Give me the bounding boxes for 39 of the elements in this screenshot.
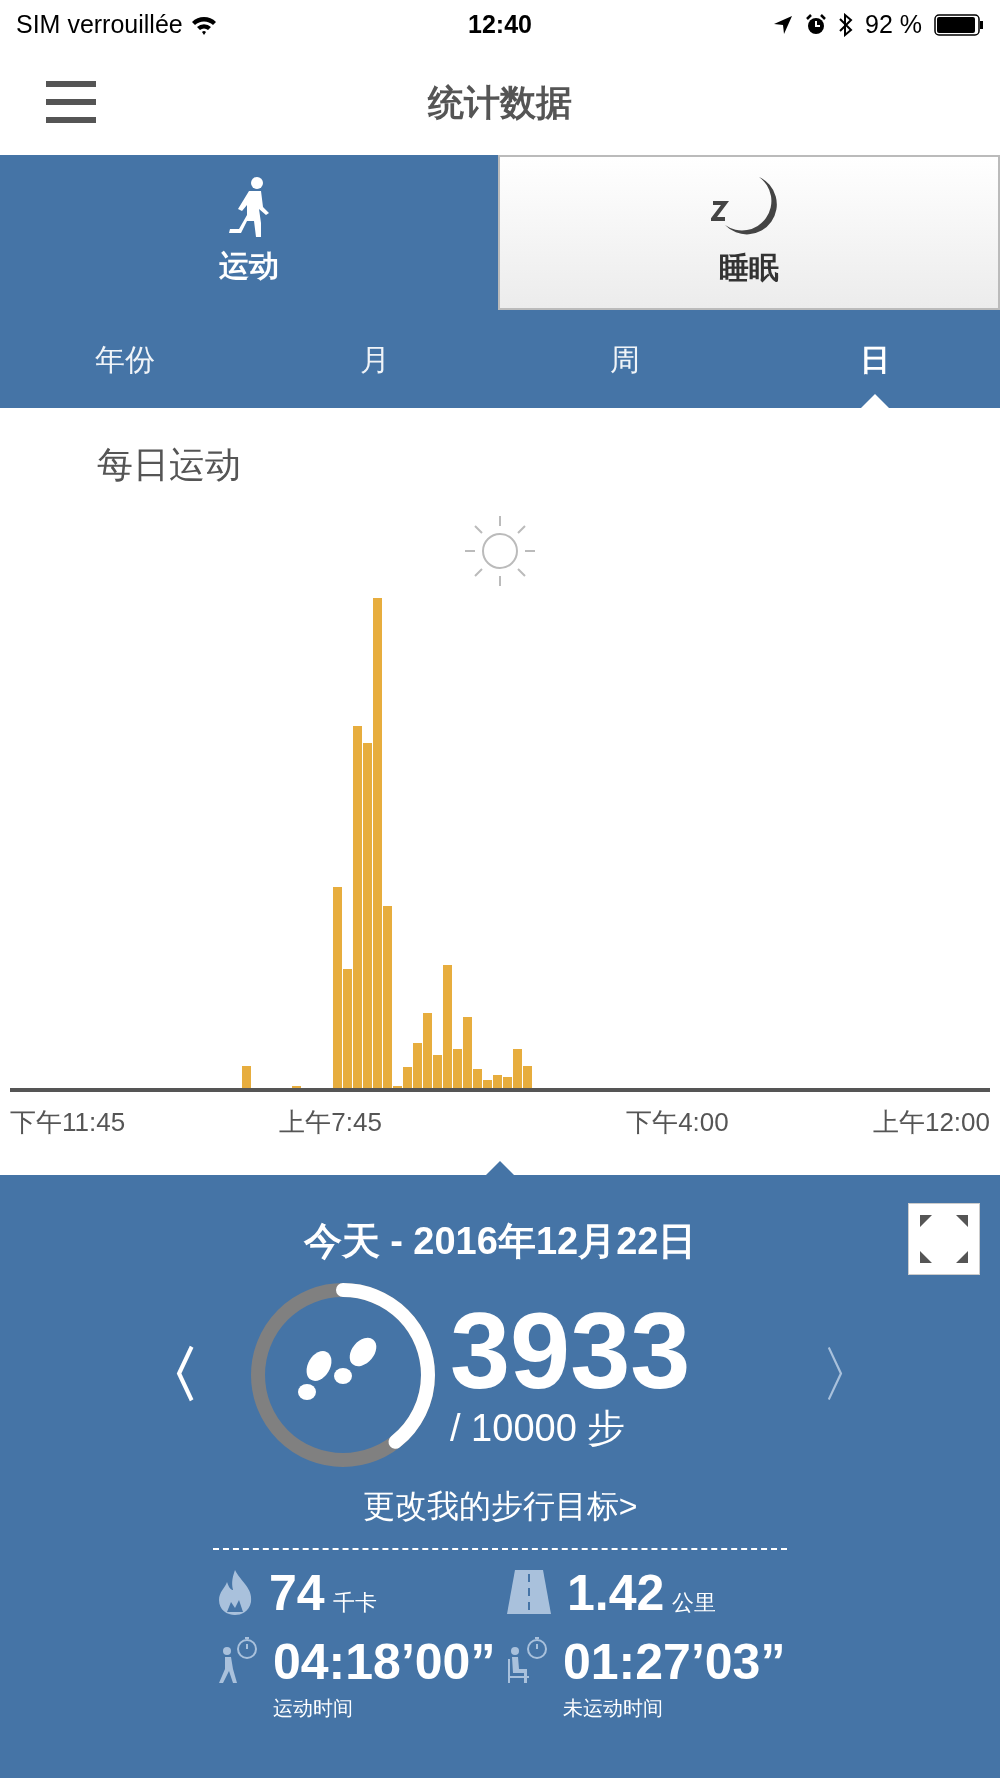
location-arrow-icon bbox=[773, 15, 794, 35]
bluetooth-icon bbox=[839, 13, 854, 37]
battery-icon bbox=[934, 14, 984, 36]
stat-value: 1.42 bbox=[567, 1568, 665, 1618]
stat-unit: 公里 bbox=[672, 1589, 717, 1617]
period-tab[interactable]: 月 bbox=[250, 310, 500, 408]
axis-label: 上午12:00 bbox=[872, 1106, 990, 1139]
alarm-clock-icon bbox=[805, 14, 828, 36]
axis-label: 上午7:45 bbox=[279, 1106, 382, 1139]
menu-button[interactable] bbox=[46, 78, 96, 126]
stat-unit: 千卡 bbox=[332, 1589, 377, 1617]
change-goal-link[interactable]: 更改我的步行目标> bbox=[362, 1482, 638, 1530]
period-tab[interactable]: 年份 bbox=[0, 310, 250, 408]
status-time: 12:40 bbox=[468, 9, 532, 41]
runner-icon bbox=[227, 177, 271, 239]
mode-tab[interactable]: 睡眠 bbox=[498, 155, 1000, 310]
expand-icon bbox=[920, 1215, 968, 1263]
duration-label: 未运动时间 bbox=[563, 1696, 664, 1721]
battery-percent: 92 % bbox=[865, 9, 922, 41]
selection-pointer-icon bbox=[861, 394, 889, 408]
step-count: 3933 bbox=[450, 1297, 691, 1406]
sun-icon bbox=[463, 514, 537, 588]
duration-value: 04:18’00” bbox=[273, 1637, 496, 1687]
fullscreen-button[interactable] bbox=[908, 1203, 980, 1275]
page-title: 统计数据 bbox=[428, 80, 572, 125]
period-tab[interactable]: 日 bbox=[750, 310, 1000, 408]
chart-title: 每日运动 bbox=[96, 443, 242, 487]
period-tab[interactable]: 周 bbox=[500, 310, 750, 408]
step-goal: / 10000 步 bbox=[450, 1406, 627, 1452]
axis-label: 下午4:00 bbox=[626, 1106, 729, 1139]
duration-value: 01:27’03” bbox=[563, 1637, 786, 1687]
stat-value: 74 bbox=[269, 1568, 325, 1618]
date-title: 今天 - 2016年12月22日 bbox=[303, 1219, 697, 1264]
road-icon bbox=[505, 1568, 553, 1616]
axis-label: 下午11:45 bbox=[10, 1106, 126, 1139]
sitting-timer-icon bbox=[505, 1637, 549, 1685]
wifi-icon bbox=[190, 15, 217, 35]
duration-label: 运动时间 bbox=[273, 1696, 354, 1721]
carrier-text: SIM verrouillée bbox=[16, 9, 183, 41]
